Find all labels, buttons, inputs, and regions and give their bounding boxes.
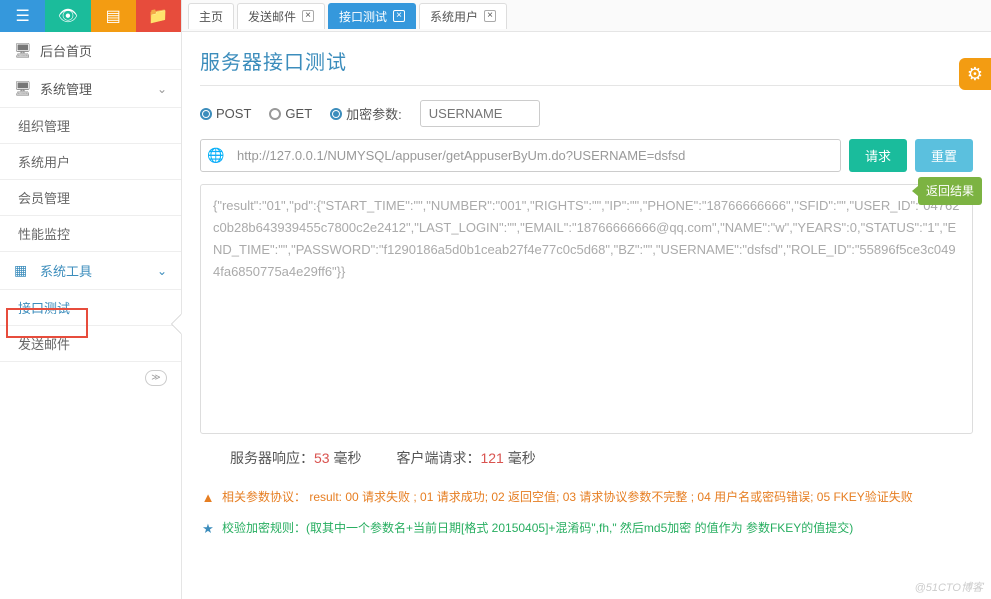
sidebar: ☰ 👁 ▤ 📁 🖥 后台首页 🖥 系统管理 ⌄ 组织管理 系统用户 会员管理 性… xyxy=(0,0,182,599)
info-encrypt-rule: ★ 校验加密规则：(取其中一个参数名+当前日期[格式 20150405]+混淆码… xyxy=(200,519,973,540)
color-btn-teal[interactable]: 👁 xyxy=(45,0,90,32)
client-label: 客户端请求： xyxy=(396,450,480,466)
url-row: 🌐 请求 重置 xyxy=(200,139,973,172)
tab-label: 主页 xyxy=(199,8,223,25)
radio-dot-icon xyxy=(269,108,281,120)
radio-dot-icon xyxy=(330,108,342,120)
chevron-down-icon: ⌄ xyxy=(157,264,167,278)
nav-system-mgmt[interactable]: 🖥 系统管理 ⌄ xyxy=(0,70,181,108)
info-text: 校验加密规则：(取其中一个参数名+当前日期[格式 20150405]+混淆码",… xyxy=(222,519,853,538)
radio-label: POST xyxy=(216,106,251,121)
watermark: @51CTO博客 xyxy=(915,579,983,595)
color-btn-blue[interactable]: ☰ xyxy=(0,0,45,32)
arrow-indicator xyxy=(172,314,182,334)
request-button[interactable]: 请求 xyxy=(849,139,907,172)
radio-encrypt[interactable]: 加密参数: xyxy=(330,104,402,123)
content: 服务器接口测试 POST GET 加密参数: 🌐 请求 重置 返回结果 {"re… xyxy=(182,32,991,599)
result-tag: 返回结果 xyxy=(918,177,982,205)
nav-system-tools[interactable]: ▦ 系统工具 ⌄ xyxy=(0,252,181,290)
tab-label: 接口测试 xyxy=(339,8,387,25)
method-row: POST GET 加密参数: xyxy=(200,100,973,127)
client-unit: 毫秒 xyxy=(504,450,536,466)
nav-home[interactable]: 🖥 后台首页 xyxy=(0,32,181,70)
metrics: 服务器响应：53 毫秒 客户端请求：121 毫秒 xyxy=(200,434,973,478)
color-btn-orange[interactable]: ▤ xyxy=(91,0,136,32)
info-protocol: ▲ 相关参数协议： result: 00 请求失败 ; 01 请求成功; 02 … xyxy=(200,488,973,509)
collapse-row: ≫ xyxy=(0,362,181,392)
star-icon: ★ xyxy=(200,519,216,540)
nav-sub-member[interactable]: 会员管理 xyxy=(0,180,181,216)
radio-post[interactable]: POST xyxy=(200,106,251,121)
radio-label: 加密参数: xyxy=(346,104,402,123)
info-text: 相关参数协议： result: 00 请求失败 ; 01 请求成功; 02 返回… xyxy=(222,488,913,507)
close-icon[interactable]: × xyxy=(393,10,405,22)
server-value: 53 xyxy=(314,450,330,466)
chevron-down-icon: ⌄ xyxy=(157,82,167,96)
response-text: {"result":"01","pd":{"START_TIME":"","NU… xyxy=(213,195,960,283)
nav-label: 系统管理 xyxy=(40,79,157,98)
nav-label: 后台首页 xyxy=(40,41,167,60)
tab-mail[interactable]: 发送邮件 × xyxy=(237,3,325,29)
desktop-icon: 🖥 xyxy=(14,42,32,59)
reset-button[interactable]: 重置 xyxy=(915,139,973,172)
globe-icon: 🌐 xyxy=(201,147,231,164)
warning-icon: ▲ xyxy=(200,488,216,509)
tabs: 主页 发送邮件 × 接口测试 × 系统用户 × xyxy=(182,0,991,32)
radio-dot-icon xyxy=(200,108,212,120)
main: 主页 发送邮件 × 接口测试 × 系统用户 × 服务器接口测试 POST GET 加密… xyxy=(182,0,991,599)
settings-fab[interactable]: ⚙ xyxy=(959,58,991,90)
tab-sysuser[interactable]: 系统用户 × xyxy=(419,3,507,29)
page-title: 服务器接口测试 xyxy=(200,46,973,86)
encrypt-param-input[interactable] xyxy=(420,100,540,127)
grid-icon: ▦ xyxy=(14,262,32,279)
close-icon[interactable]: × xyxy=(302,10,314,22)
nav-label: 系统工具 xyxy=(40,261,157,280)
client-value: 121 xyxy=(480,450,503,466)
tab-label: 发送邮件 xyxy=(248,8,296,25)
server-label: 服务器响应： xyxy=(230,450,314,466)
nav-sub-sysuser[interactable]: 系统用户 xyxy=(0,144,181,180)
nav-sub-api[interactable]: 接口测试 xyxy=(0,290,181,326)
gear-icon: ⚙ xyxy=(967,64,983,85)
nav-sub-mail[interactable]: 发送邮件 xyxy=(0,326,181,362)
url-input[interactable] xyxy=(231,141,840,170)
color-buttons: ☰ 👁 ▤ 📁 xyxy=(0,0,181,32)
collapse-handle[interactable]: ≫ xyxy=(145,370,167,386)
nav-sub-org[interactable]: 组织管理 xyxy=(0,108,181,144)
radio-get[interactable]: GET xyxy=(269,106,312,121)
desktop-icon: 🖥 xyxy=(14,80,32,97)
result-box: 返回结果 {"result":"01","pd":{"START_TIME":"… xyxy=(200,184,973,434)
tab-api[interactable]: 接口测试 × xyxy=(328,3,416,29)
radio-label: GET xyxy=(285,106,312,121)
server-unit: 毫秒 xyxy=(330,450,362,466)
nav-sub-perf[interactable]: 性能监控 xyxy=(0,216,181,252)
url-group: 🌐 xyxy=(200,139,841,172)
tab-label: 系统用户 xyxy=(430,8,478,25)
close-icon[interactable]: × xyxy=(484,10,496,22)
tab-home[interactable]: 主页 xyxy=(188,3,234,29)
color-btn-red[interactable]: 📁 xyxy=(136,0,181,32)
